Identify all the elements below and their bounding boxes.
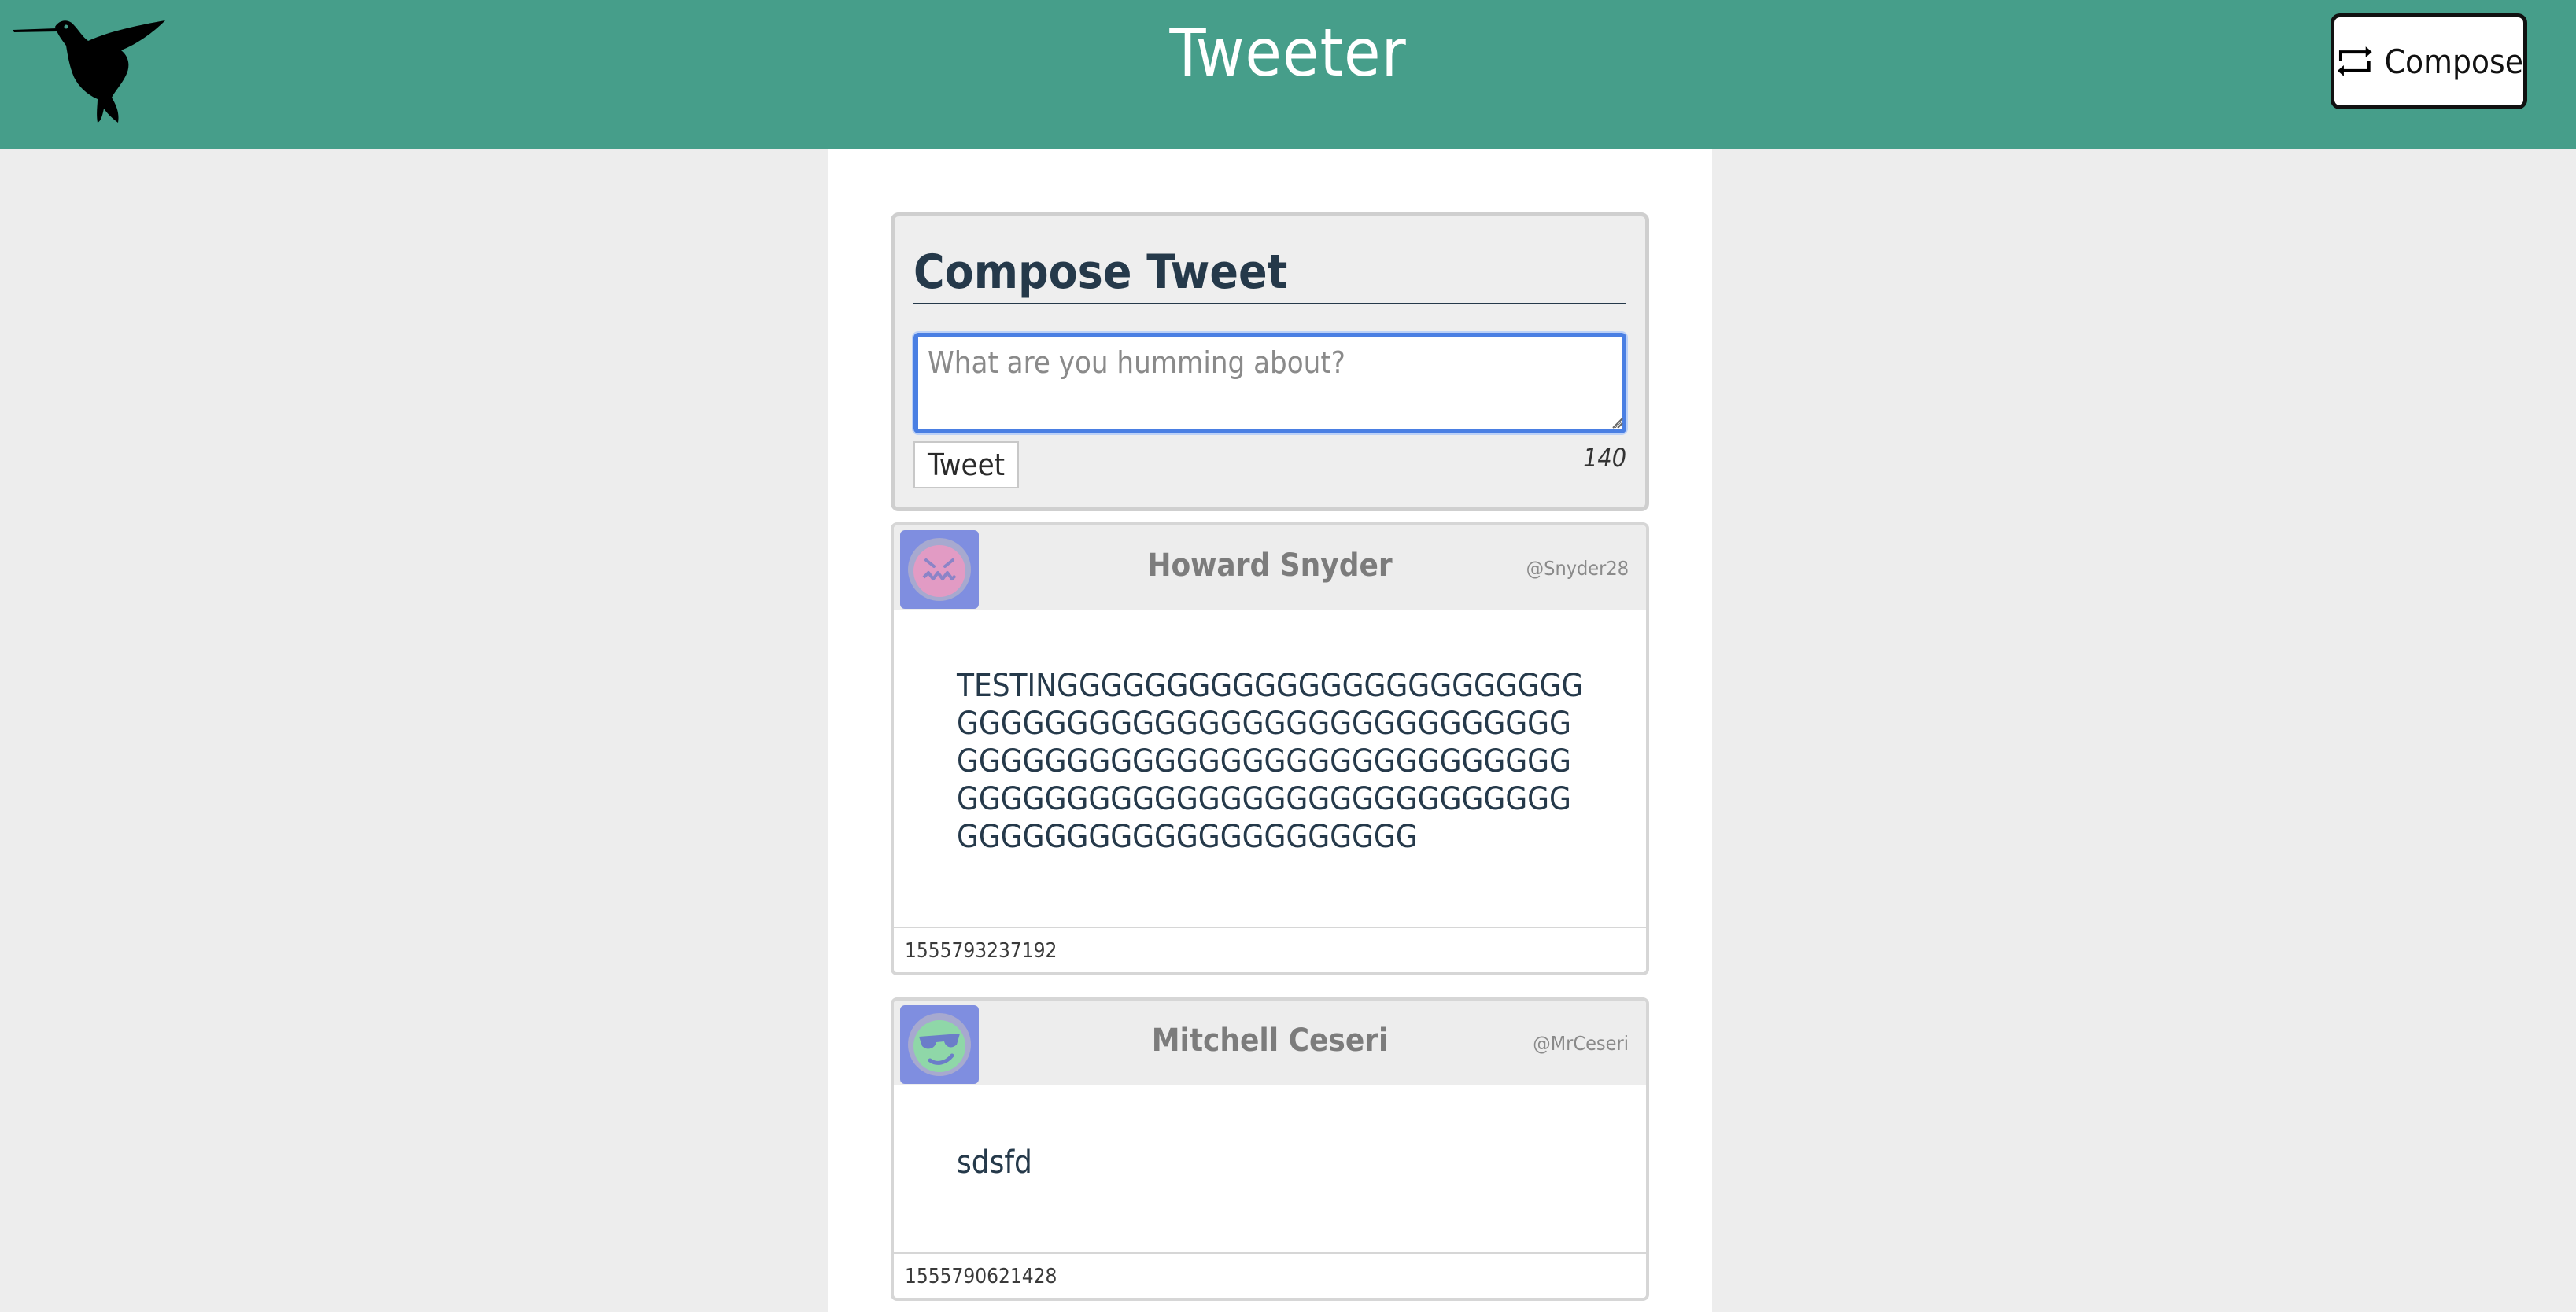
tweet-submit-button[interactable]: Tweet: [913, 441, 1019, 488]
main-container: Compose Tweet Tweet 140 Howard Snyder @S…: [828, 149, 1712, 1312]
tweet-header: Mitchell Ceseri @MrCeseri: [894, 1001, 1646, 1085]
tweet-content: sdsfd: [957, 1144, 1032, 1181]
tweet-timestamp: 1555793237192: [905, 939, 1057, 963]
tweet-card: Mitchell Ceseri @MrCeseri sdsfd 15557906…: [891, 997, 1649, 1301]
app-title: Tweeter: [1169, 14, 1407, 91]
tweet-header: Howard Snyder @Snyder28: [894, 525, 1646, 610]
tweet-card: Howard Snyder @Snyder28 TESTINGGGGGGGGGG…: [891, 522, 1649, 975]
compose-toggle-label: Compose: [2384, 42, 2523, 81]
tweet-text-input[interactable]: [912, 331, 1628, 435]
character-counter: 140: [1583, 443, 1626, 473]
tweet-timestamp: 1555790621428: [905, 1265, 1057, 1288]
compose-heading: Compose Tweet: [913, 245, 1288, 300]
top-navbar: Tweeter Compose: [0, 0, 2576, 149]
tweet-author-handle: @MrCeseri: [1533, 1032, 1629, 1055]
swap-arrows-icon: [2337, 46, 2372, 76]
tweet-footer: 1555793237192: [894, 927, 1646, 972]
tweet-footer: 1555790621428: [894, 1252, 1646, 1298]
compose-tweet-panel: Compose Tweet Tweet 140: [891, 212, 1649, 511]
tweet-author-handle: @Snyder28: [1526, 557, 1629, 580]
tweet-content: TESTINGGGGGGGGGGGGGGGGGGGGGGGGGGGGGGGGGG…: [957, 668, 1584, 855]
compose-toggle-button[interactable]: Compose: [2331, 13, 2527, 109]
resize-grip-icon[interactable]: [1611, 416, 1623, 429]
compose-divider: [913, 303, 1626, 304]
